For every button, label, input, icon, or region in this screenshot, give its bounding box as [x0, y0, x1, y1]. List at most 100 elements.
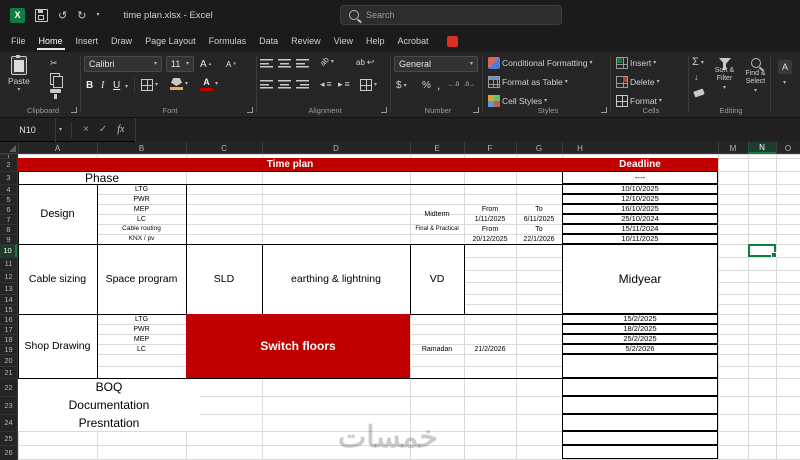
clipboard-dialog-launcher[interactable] [71, 107, 77, 113]
cell-ramadan-date[interactable]: 21/2/2026 [464, 344, 516, 354]
number-dialog-launcher[interactable] [473, 107, 479, 113]
conditional-formatting-button[interactable]: Conditional Formatting ▾ [488, 57, 593, 69]
insert-function-icon[interactable]: fx [117, 124, 124, 135]
cell-final-practical[interactable]: Final & Practical [410, 224, 464, 234]
row-header-21[interactable]: 21 [0, 366, 17, 378]
cell-final-from-date[interactable]: 20/12/2025 [464, 234, 516, 244]
copy-button[interactable] [50, 73, 63, 88]
decrease-indent-button[interactable]: ◂ ≡ [320, 80, 332, 89]
tab-home[interactable]: Home [36, 32, 65, 50]
cell-from[interactable]: From [464, 204, 516, 214]
increase-font-button[interactable]: A ▴ [200, 59, 211, 70]
paste-button[interactable]: Paste ▾ [8, 55, 30, 93]
cell-space-program[interactable]: Space program [97, 244, 186, 314]
tab-page-layout[interactable]: Page Layout [144, 32, 197, 50]
cell-deadline-r9[interactable]: 10/11/2025 [562, 234, 718, 244]
row-header-17[interactable]: 17 [0, 324, 17, 334]
cell-from[interactable]: From [464, 224, 516, 234]
underline-chevron-icon[interactable]: ▾ [125, 84, 128, 90]
cell-deadline-r8[interactable]: 15/11/2024 [562, 224, 718, 234]
alignment-dialog-launcher[interactable] [381, 107, 387, 113]
column-header-D[interactable]: D [262, 142, 410, 154]
cell-switch-floors[interactable]: Switch floors [186, 314, 410, 378]
font-name-select[interactable]: Calibri ▾ [84, 56, 162, 72]
cell-knx-pv[interactable]: KNX / pv [97, 234, 186, 244]
overflow-button[interactable]: A [778, 60, 792, 74]
cell-ramadan[interactable]: Ramadan [410, 344, 464, 354]
cell-midterm-to-date[interactable]: 6/11/2025 [516, 214, 562, 224]
name-box[interactable]: N10 [0, 117, 56, 142]
tab-review[interactable]: Review [290, 32, 322, 50]
row-header-12[interactable]: 12 [0, 270, 17, 282]
insert-button[interactable]: Insert ▾ [616, 57, 656, 69]
deadline-empty-cell[interactable] [562, 354, 718, 378]
column-header-M[interactable]: M [718, 142, 748, 154]
cell-cable-routing[interactable]: Cable routing [97, 224, 186, 234]
align-center-button[interactable] [278, 80, 291, 89]
column-header-O[interactable]: O [776, 142, 800, 154]
row-header-22[interactable]: 22 [0, 378, 17, 396]
column-header-F[interactable]: F [464, 142, 516, 154]
row-header-20[interactable]: 20 [0, 354, 17, 366]
font-size-select[interactable]: 11 ▾ [166, 56, 194, 72]
deadline-empty-cell[interactable] [562, 445, 718, 459]
deadline-empty-cell[interactable] [562, 431, 718, 445]
row-header-18[interactable]: 18 [0, 334, 17, 344]
row-header-23[interactable]: 23 [0, 396, 17, 414]
row-header-13[interactable]: 13 [0, 282, 17, 294]
cell-mep[interactable]: MEP [97, 334, 186, 344]
undo-icon[interactable]: ↺ [58, 9, 67, 22]
column-header-A[interactable]: A [18, 142, 97, 154]
tab-file[interactable]: File [10, 32, 27, 50]
quick-access-chevron-icon[interactable]: ▾ [96, 12, 99, 18]
italic-button[interactable]: I [101, 80, 104, 91]
underline-button[interactable]: U [113, 80, 120, 91]
row-header-7[interactable]: 7 [0, 214, 17, 224]
enter-icon[interactable]: ✓ [99, 124, 107, 135]
cell-time-plan[interactable]: Time plan [18, 158, 562, 171]
delete-button[interactable]: Delete ▾ [616, 76, 660, 88]
tab-acrobat[interactable]: Acrobat [397, 32, 430, 50]
name-box-chevron-icon[interactable]: ▾ [59, 127, 62, 133]
deadline-empty-cell[interactable] [562, 414, 718, 431]
cell-lc[interactable]: LC [97, 214, 186, 224]
save-icon[interactable] [35, 8, 48, 22]
cell-ltg[interactable]: LTG [97, 184, 186, 194]
cell-pwr[interactable]: PWR [97, 324, 186, 334]
borders-button[interactable]: ▾ [141, 79, 158, 91]
column-header-N[interactable]: N [748, 142, 776, 154]
row-header-2[interactable]: 2 [0, 158, 17, 171]
decrease-decimal-button[interactable]: .0→ [464, 82, 475, 88]
row-header-26[interactable]: 26 [0, 445, 17, 459]
cell-vd[interactable]: VD [410, 244, 464, 314]
row-header-10[interactable]: 10 [0, 244, 17, 257]
row-header-14[interactable]: 14 [0, 294, 17, 304]
wrap-text-button[interactable]: ab ↩ [356, 58, 374, 68]
cancel-icon[interactable]: × [83, 124, 89, 135]
cell-deadline-r19[interactable]: 5/2/2026 [562, 344, 718, 354]
format-as-table-button[interactable]: Format as Table ▾ [488, 76, 568, 88]
align-middle-button[interactable] [278, 59, 291, 68]
merge-center-button[interactable]: ▾ [360, 79, 377, 91]
number-format-select[interactable]: General ▾ [394, 56, 478, 72]
clear-button[interactable] [693, 88, 705, 98]
cell-documentation[interactable]: Documentation [18, 396, 200, 414]
column-header-C[interactable]: C [186, 142, 262, 154]
search-box[interactable]: Search [340, 5, 562, 25]
tab-draw[interactable]: Draw [110, 32, 133, 50]
font-color-button[interactable]: A ▾ [200, 77, 218, 91]
cell-earthing-lightning[interactable]: earthing & lightning [262, 244, 410, 314]
cell-midterm[interactable]: Midterm [410, 204, 464, 224]
selected-cell-N10[interactable] [748, 244, 777, 258]
cut-button[interactable]: ✂ [50, 59, 58, 68]
cell-design[interactable]: Design [18, 184, 97, 244]
fill-color-button[interactable]: ▾ [170, 78, 188, 90]
cell-deadline-header[interactable]: Deadline [562, 158, 718, 171]
align-right-button[interactable] [296, 80, 309, 89]
column-header-G[interactable]: G [516, 142, 562, 154]
orientation-button[interactable]: ab ▾ [318, 55, 334, 68]
cell-mep[interactable]: MEP [97, 204, 186, 214]
red-badge-icon[interactable] [446, 35, 458, 47]
autosum-button[interactable]: Σ ▾ [692, 57, 704, 68]
cell-deadline-dash[interactable]: ---- [562, 171, 718, 184]
